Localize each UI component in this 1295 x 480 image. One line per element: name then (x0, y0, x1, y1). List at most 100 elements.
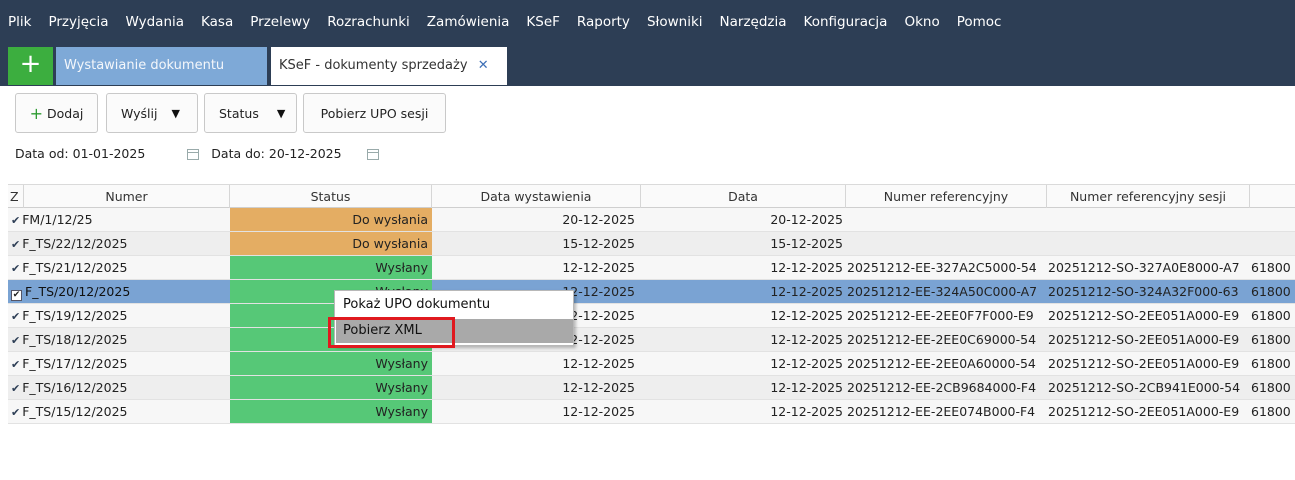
menu-przyjecia[interactable]: Przyjęcia (48, 14, 108, 30)
cell-numer-referencyjny: 20251212-EE-2EE074B000-F4 (847, 404, 1036, 419)
numer-text: FM/1/12/25 (22, 212, 93, 227)
cell-numer-referencyjny: 20251212-EE-327A2C5000-54 (847, 260, 1037, 275)
cell-numer-referencyjny-sesji: 20251212-SO-2EE051A000-E9 (1048, 404, 1240, 419)
cell-data-wystawienia: 12-12-2025 (562, 260, 635, 275)
menu-narzedzia[interactable]: Narzędzia (720, 14, 787, 30)
cell-status: Wysłany (230, 352, 432, 375)
menu-ksef[interactable]: KSeF (526, 14, 560, 30)
cell-data-wystawienia: 12-12-2025 (562, 404, 635, 419)
date-from-input[interactable]: 01-01-2025 (73, 146, 146, 161)
column-header-numer-referencyjny-sesji[interactable]: Numer referencyjny sesji (1047, 185, 1250, 208)
menu-item-download-xml[interactable]: Pobierz XML (336, 319, 573, 343)
check-icon[interactable]: ✔ (11, 262, 20, 275)
cell-data: 12-12-2025 (770, 332, 843, 347)
column-header-numer-referencyjny[interactable]: Numer referencyjny (846, 185, 1047, 208)
tab-ksef-dokumenty-sprzedazy[interactable]: KSeF - dokumenty sprzedaży ✕ (271, 47, 507, 85)
date-from-label: Data od: (15, 146, 69, 161)
cell-numer-referencyjny-sesji (1047, 232, 1250, 255)
cell-numer-referencyjny (846, 208, 1047, 231)
send-dropdown-icon[interactable]: ▼ (171, 107, 179, 120)
send-button[interactable]: Wyślij ▼ (106, 93, 198, 133)
check-icon[interactable]: ✔ (11, 334, 20, 347)
table-row[interactable]: ✔F_TS/18/12/2025Wysłany12-12-202512-12-2… (8, 328, 1295, 352)
column-header-data[interactable]: Data (641, 185, 846, 208)
download-upo-session-button[interactable]: Pobierz UPO sesji (303, 93, 446, 133)
table-row[interactable]: ✔ FM/1/12/25 Do wysłania 20-12-2025 20-12-20… (8, 208, 1295, 232)
cell-numer: ✔ F_TS/16/12/2025 (8, 376, 230, 399)
column-header-numer[interactable]: Numer (24, 185, 230, 208)
close-icon[interactable]: ✕ (478, 58, 489, 73)
column-header-status[interactable]: Status (230, 185, 432, 208)
menu-rozrachunki[interactable]: Rozrachunki (327, 14, 410, 30)
table-row[interactable]: ✔F_TS/20/12/2025Wysłany12-12-202512-12-2… (8, 280, 1295, 304)
tab-label: Wystawianie dokumentu (64, 58, 225, 73)
new-tab-button[interactable]: + (8, 47, 53, 85)
menu-item-show-upo[interactable]: Pokaż UPO dokumentu (336, 293, 573, 317)
table-row[interactable]: ✔ F_TS/17/12/2025 Wysłany 12-12-2025 12-12-2… (8, 352, 1295, 376)
cell-data: 12-12-2025 (770, 356, 843, 371)
menu-pomoc[interactable]: Pomoc (957, 14, 1002, 30)
menu-raporty[interactable]: Raporty (577, 14, 630, 30)
column-header-data-wystawienia[interactable]: Data wystawienia (432, 185, 641, 208)
column-header-z[interactable]: Z (8, 185, 24, 208)
cell-numer-referencyjny: 20251212-EE-324A50C000-A7 (847, 284, 1038, 299)
cell-numer-referencyjny-sesji: 20251212-SO-2CB941E000-54 (1048, 380, 1241, 395)
grid-body: ✔ FM/1/12/25 Do wysłania 20-12-2025 20-12-20… (8, 208, 1295, 424)
check-icon[interactable]: ✔ (11, 358, 20, 371)
date-to-input[interactable]: 20-12-2025 (269, 146, 342, 161)
check-icon[interactable]: ✔ (11, 214, 20, 227)
cell-numer-referencyjny-sesji (1047, 208, 1250, 231)
table-row[interactable]: ✔ F_TS/15/12/2025 Wysłany 12-12-2025 12-12-2… (8, 400, 1295, 424)
cell-numer-referencyjny (846, 232, 1047, 255)
cell-numer: ✔ FM/1/12/25 (8, 208, 230, 231)
date-filters: Data od: 01-01-2025 Data do: 20-12-2025 (15, 146, 391, 161)
table-row[interactable]: ✔ F_TS/22/12/2025 Do wysłania 15-12-2025 15-… (8, 232, 1295, 256)
cell-numer: ✔ F_TS/19/12/2025 (8, 304, 230, 327)
cell-extra: 61800 (1251, 380, 1291, 395)
menu-plik[interactable]: Plik (8, 14, 31, 30)
status-button[interactable]: Status ▼ (204, 93, 297, 133)
checkbox-icon[interactable]: ✔ (11, 290, 22, 301)
add-button[interactable]: + Dodaj (15, 93, 98, 133)
add-button-label: Dodaj (47, 105, 84, 121)
cell-status: Wysłany (230, 256, 432, 279)
table-row[interactable]: ✔F_TS/19/12/2025Wysłany12-12-202512-12-2… (8, 304, 1295, 328)
check-icon[interactable]: ✔ (11, 238, 20, 251)
cell-data: 15-12-2025 (770, 236, 843, 251)
numer-text: F_TS/20/12/2025 (25, 284, 131, 299)
cell-data: 20-12-2025 (770, 212, 843, 227)
status-button-label: Status (219, 105, 259, 121)
menu-kasa[interactable]: Kasa (201, 14, 233, 30)
menu-okno[interactable]: Okno (904, 14, 939, 30)
cell-data-wystawienia: 20-12-2025 (562, 212, 635, 227)
menu-zamowienia[interactable]: Zamówienia (427, 14, 510, 30)
menu-wydania[interactable]: Wydania (126, 14, 185, 30)
cell-numer-referencyjny-sesji: 20251212-SO-324A32F000-63 (1048, 284, 1239, 299)
calendar-icon[interactable] (187, 149, 200, 160)
documents-grid: Z Numer Status Data wystawienia Data Num… (8, 184, 1295, 424)
column-header-extra[interactable] (1250, 185, 1295, 208)
calendar-icon[interactable] (366, 149, 379, 160)
menu-konfiguracja[interactable]: Konfiguracja (804, 14, 888, 30)
table-row[interactable]: ✔ F_TS/16/12/2025 Wysłany 12-12-2025 12-12-2… (8, 376, 1295, 400)
numer-text: F_TS/15/12/2025 (22, 404, 128, 419)
cell-numer-referencyjny: 20251212-EE-2EE0C69000-54 (847, 332, 1037, 347)
cell-extra: 61800 (1251, 260, 1291, 275)
tab-label: KSeF - dokumenty sprzedaży (279, 58, 468, 73)
numer-text: F_TS/19/12/2025 (22, 308, 128, 323)
table-row[interactable]: ✔ F_TS/21/12/2025 Wysłany 12-12-2025 12-12-2… (8, 256, 1295, 280)
check-icon[interactable]: ✔ (11, 406, 20, 419)
cell-extra: 61800 (1251, 284, 1291, 299)
tab-wystawianie-dokumentu[interactable]: Wystawianie dokumentu (56, 47, 267, 85)
check-icon[interactable]: ✔ (11, 382, 20, 395)
cell-data: 12-12-2025 (770, 380, 843, 395)
status-dropdown-icon[interactable]: ▼ (277, 107, 285, 120)
numer-text: F_TS/21/12/2025 (22, 260, 128, 275)
numer-text: F_TS/18/12/2025 (22, 332, 128, 347)
menu-przelewy[interactable]: Przelewy (250, 14, 310, 30)
cell-numer: ✔ F_TS/18/12/2025 (8, 328, 230, 351)
cell-numer-referencyjny-sesji: 20251212-SO-327A0E8000-A7 (1048, 260, 1240, 275)
cell-numer: ✔ F_TS/21/12/2025 (8, 256, 230, 279)
check-icon[interactable]: ✔ (11, 310, 20, 323)
menu-slowniki[interactable]: Słowniki (647, 14, 703, 30)
